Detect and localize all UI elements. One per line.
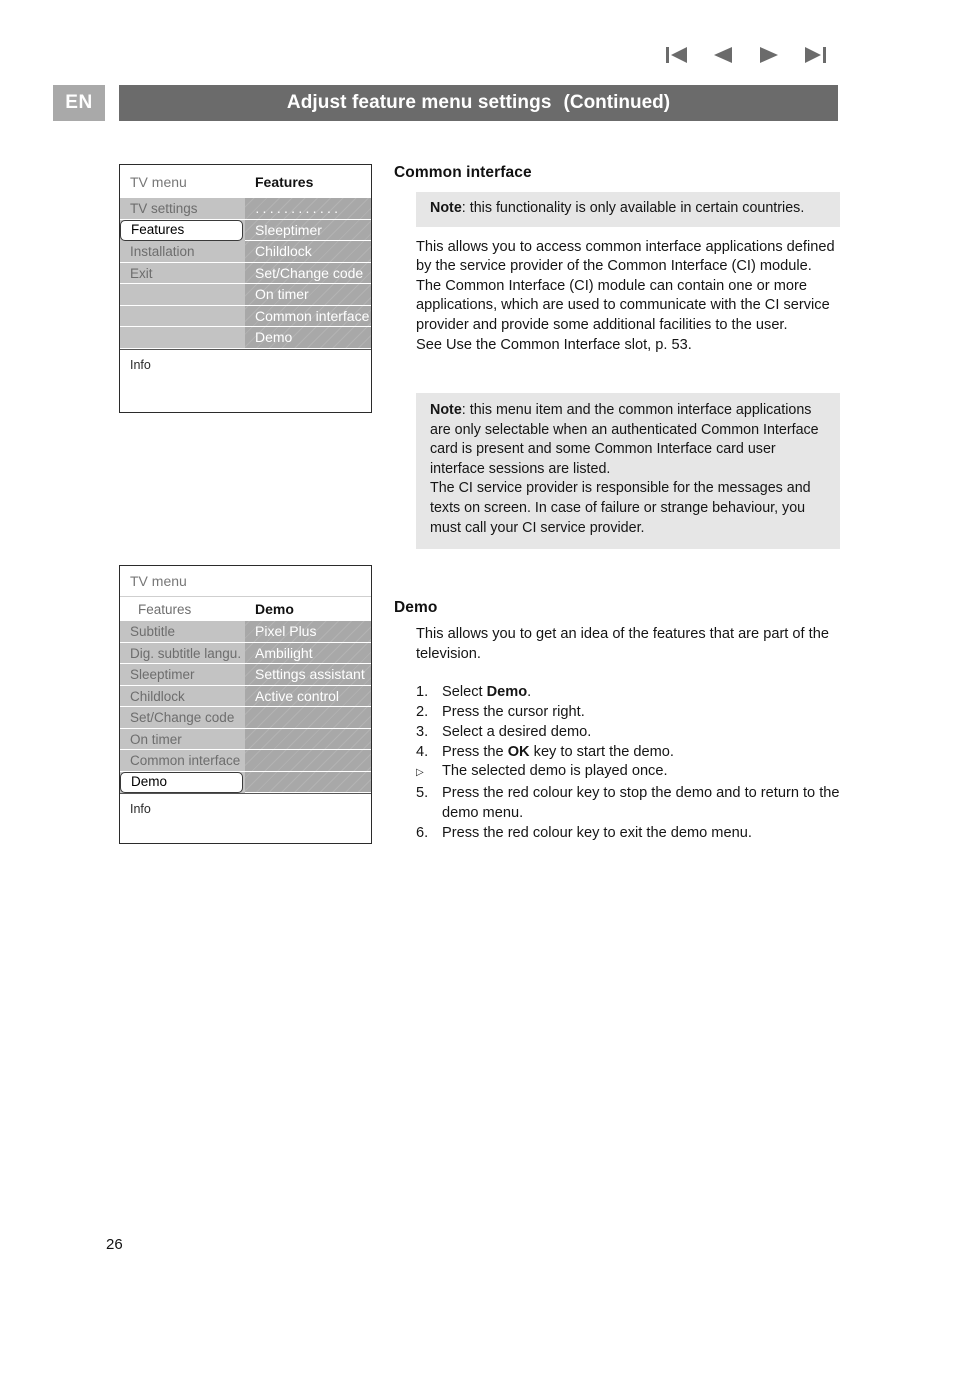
tv-menu-right-column: ············ Sleeptimer Childlock Set/Ch… — [245, 198, 371, 349]
note-text-1: : this functionality is only available i… — [461, 200, 805, 216]
tv-menu2-sub-right: Demo — [255, 601, 294, 617]
page-number: 26 — [106, 1236, 123, 1253]
note-label-1: Note — [430, 200, 462, 216]
common-interface-note-2: Note: this menu item and the common inte… — [416, 393, 840, 550]
demo-step-marker: 6. — [416, 824, 429, 841]
tv-menu-title-row: TV menu Features — [120, 165, 371, 198]
tv-menu2-right-column: Pixel Plus Ambilight Settings assistant … — [245, 621, 371, 793]
menu2-item-on-timer[interactable]: On timer — [120, 729, 245, 750]
demo-step-text: Select a desired demo. — [442, 723, 592, 740]
submenu-item-set-change-code[interactable]: Set/Change code — [245, 263, 371, 284]
menu2-item-sleeptimer[interactable]: Sleeptimer — [120, 664, 245, 686]
menu2-item-childlock[interactable]: Childlock — [120, 686, 245, 707]
submenu-item-on-timer[interactable]: On timer — [245, 284, 371, 306]
menu-item-empty-2 — [120, 306, 245, 327]
demo-step-marker: 1. — [416, 684, 429, 701]
demo-step-text: Press the cursor right. — [442, 703, 585, 720]
note-label-2: Note — [430, 402, 462, 418]
tv-menu2-left-column: Subtitle Dig. subtitle langu. Sleeptimer… — [120, 621, 245, 793]
menu2-item-set-change-code[interactable]: Set/Change code — [120, 707, 245, 729]
common-interface-body: This allows you to access common interfa… — [416, 238, 835, 353]
tv-menu2-sub-left: Features — [138, 601, 192, 617]
tv-menu-screenshot-features: TV menu Features TV settings Features In… — [119, 164, 372, 413]
demo-step-text: The selected demo is played once. — [442, 763, 668, 780]
demo-step: 6. Press the red colour key to exit the d… — [416, 824, 840, 844]
page-header-bar: Adjust feature menu settings (Continued) — [119, 85, 838, 121]
menu-item-exit[interactable]: Exit — [120, 263, 245, 284]
language-badge: EN — [53, 85, 105, 121]
tv-menu2-body: Subtitle Dig. subtitle langu. Sleeptimer… — [120, 621, 371, 793]
submenu2-item-empty-4 — [245, 772, 371, 793]
page-title-continued: (Continued) — [563, 92, 671, 113]
skip-to-first-icon[interactable] — [665, 45, 689, 65]
menu-item-empty-1 — [120, 284, 245, 306]
demo-step-text: Press the red colour key to exit the dem… — [442, 824, 752, 841]
section-demo: Demo This allows you to get an idea of t… — [394, 599, 840, 844]
menu2-item-common-interface[interactable]: Common interface — [120, 750, 245, 772]
note-text-2: : this menu item and the common interfac… — [430, 402, 819, 536]
demo-step: 4. Press the OK key to start the demo. — [416, 743, 840, 763]
demo-step: 5. Press the red colour key to stop the d… — [416, 784, 840, 824]
demo-step-text: Select Demo. — [442, 684, 532, 701]
submenu2-item-active-control[interactable]: Active control — [245, 686, 371, 707]
tv-menu-left-column: TV settings Features Installation Exit — [120, 198, 245, 349]
common-interface-note-2-wrap: Note: this menu item and the common inte… — [416, 393, 840, 550]
tv-menu2-title-left: TV menu — [130, 573, 187, 589]
submenu-item-placeholder: ············ — [245, 198, 371, 220]
menu2-item-demo[interactable]: Demo — [120, 771, 243, 793]
page-title: Adjust feature menu settings — [286, 92, 552, 113]
tv-menu-body: TV settings Features Installation Exit ·… — [120, 198, 371, 349]
demo-step-marker: ▷ — [416, 767, 424, 779]
demo-step-marker: 3. — [416, 723, 429, 740]
demo-step: 2. Press the cursor right. — [416, 703, 840, 723]
common-interface-note-1: Note: this functionality is only availab… — [416, 192, 840, 227]
page-navigation-icons — [665, 40, 835, 70]
demo-step-marker: 4. — [416, 743, 429, 760]
menu-item-installation[interactable]: Installation — [120, 241, 245, 263]
submenu2-item-empty-2 — [245, 729, 371, 750]
demo-heading: Demo — [394, 599, 438, 616]
tv-menu-screenshot-demo: TV menu Features Demo Subtitle Dig. subt… — [119, 565, 372, 844]
submenu-item-common-interface[interactable]: Common interface — [245, 306, 371, 327]
submenu2-item-empty-3 — [245, 750, 371, 772]
tv-menu-info-label: Info — [120, 348, 371, 390]
previous-icon[interactable] — [711, 45, 735, 65]
demo-step: 1. Select Demo. — [416, 683, 840, 703]
demo-step-marker: 5. — [416, 785, 429, 802]
tv-menu2-sub-row: Features Demo — [120, 597, 371, 621]
section-common-interface: Common interface Note: this functionalit… — [394, 164, 840, 355]
menu-item-empty-3 — [120, 327, 245, 349]
next-icon[interactable] — [757, 45, 781, 65]
tv-menu-title-right: Features — [255, 173, 314, 190]
demo-step: 3. Select a desired demo. — [416, 723, 840, 743]
tv-menu-title-left: TV menu — [130, 173, 187, 190]
demo-step-marker: 2. — [416, 703, 429, 720]
demo-step-text: Press the OK key to start the demo. — [442, 743, 674, 760]
menu-item-features[interactable]: Features — [120, 219, 243, 241]
demo-intro: This allows you to get an idea of the fe… — [416, 626, 829, 662]
tv-menu2-info-label: Info — [120, 793, 371, 834]
submenu2-item-settings-assistant[interactable]: Settings assistant — [245, 664, 371, 686]
tv-menu2-title-row: TV menu — [120, 566, 371, 597]
menu2-item-subtitle[interactable]: Subtitle — [120, 621, 245, 643]
submenu-item-sleeptimer[interactable]: Sleeptimer — [245, 220, 371, 241]
skip-to-last-icon[interactable] — [803, 45, 827, 65]
submenu2-item-ambilight[interactable]: Ambilight — [245, 643, 371, 664]
demo-step-text: Press the red colour key to stop the dem… — [442, 785, 840, 822]
demo-step: ▷ The selected demo is played once. — [416, 762, 840, 784]
submenu-item-demo[interactable]: Demo — [245, 327, 371, 349]
menu2-item-dig-subtitle-langu[interactable]: Dig. subtitle langu. — [120, 643, 245, 664]
demo-steps-list: 1. Select Demo. 2. Press the cursor right. 3… — [394, 683, 840, 844]
submenu2-item-empty-1 — [245, 707, 371, 729]
common-interface-heading: Common interface — [394, 164, 532, 181]
submenu-item-childlock[interactable]: Childlock — [245, 241, 371, 263]
menu-item-tv-settings[interactable]: TV settings — [120, 198, 245, 220]
submenu2-item-pixel-plus[interactable]: Pixel Plus — [245, 621, 371, 643]
